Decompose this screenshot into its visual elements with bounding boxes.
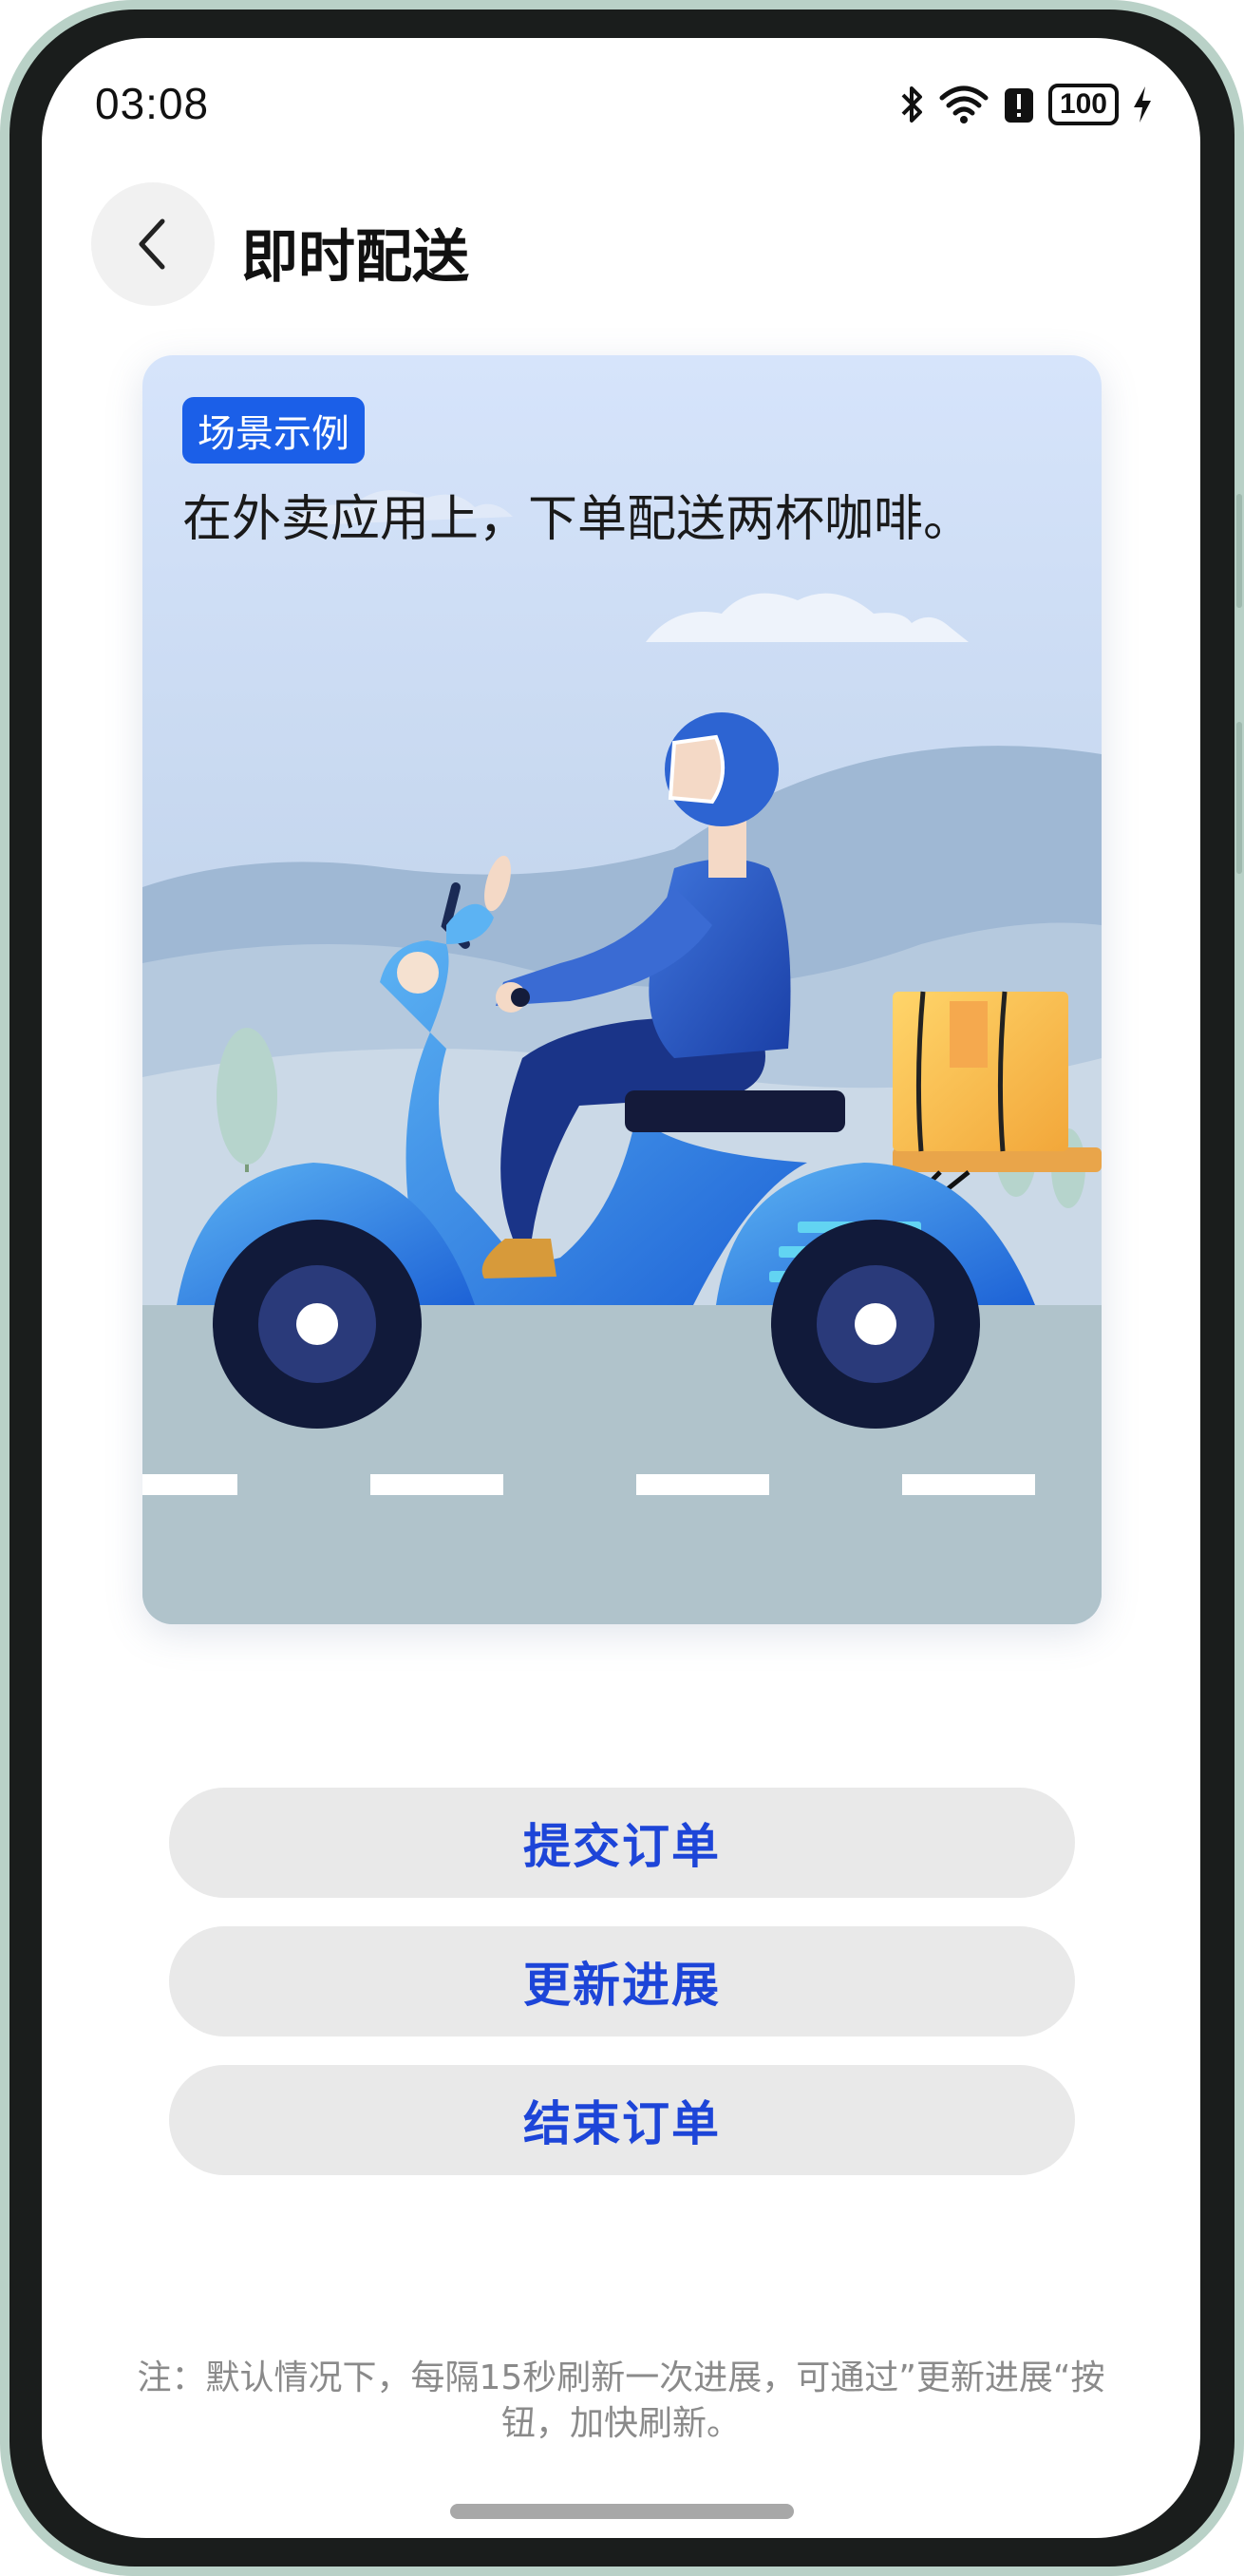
submit-order-button[interactable]: 提交订单 bbox=[169, 1788, 1075, 1898]
battery-icon: 100 bbox=[1047, 84, 1119, 125]
refresh-note: 注：默认情况下，每隔15秒刷新一次进展，可通过”更新进展“按 钮，加快刷新。 bbox=[99, 2356, 1143, 2447]
back-button[interactable] bbox=[91, 182, 215, 306]
end-order-button[interactable]: 结束订单 bbox=[169, 2065, 1075, 2175]
status-icons: 100 bbox=[900, 84, 1153, 125]
scene-card: 场景示例 在外卖应用上，下单配送两杯咖啡。 bbox=[142, 355, 1102, 1624]
volume-button bbox=[1236, 494, 1242, 608]
scene-description: 在外卖应用上，下单配送两杯咖啡。 bbox=[182, 491, 973, 548]
alert-icon bbox=[1004, 88, 1033, 123]
home-indicator[interactable] bbox=[450, 2504, 794, 2519]
chevron-left-icon bbox=[139, 218, 165, 270]
charging-icon bbox=[1134, 86, 1151, 123]
note-line-1: 注：默认情况下，每隔15秒刷新一次进展，可通过”更新进展“按 bbox=[137, 2358, 1105, 2397]
scene-tag: 场景示例 bbox=[182, 397, 365, 464]
update-progress-button[interactable]: 更新进展 bbox=[169, 1926, 1075, 2036]
screen: 03:08 100 即时配送 场景示例 在外卖应用上，下单配送两杯咖啡。 提交订… bbox=[42, 38, 1200, 2538]
power-button bbox=[1236, 722, 1242, 874]
page-title: 即时配送 bbox=[241, 224, 469, 291]
status-time: 03:08 bbox=[95, 79, 210, 128]
note-line-2: 钮，加快刷新。 bbox=[500, 2404, 741, 2443]
wifi-icon bbox=[939, 85, 989, 123]
bluetooth-icon bbox=[901, 86, 922, 123]
